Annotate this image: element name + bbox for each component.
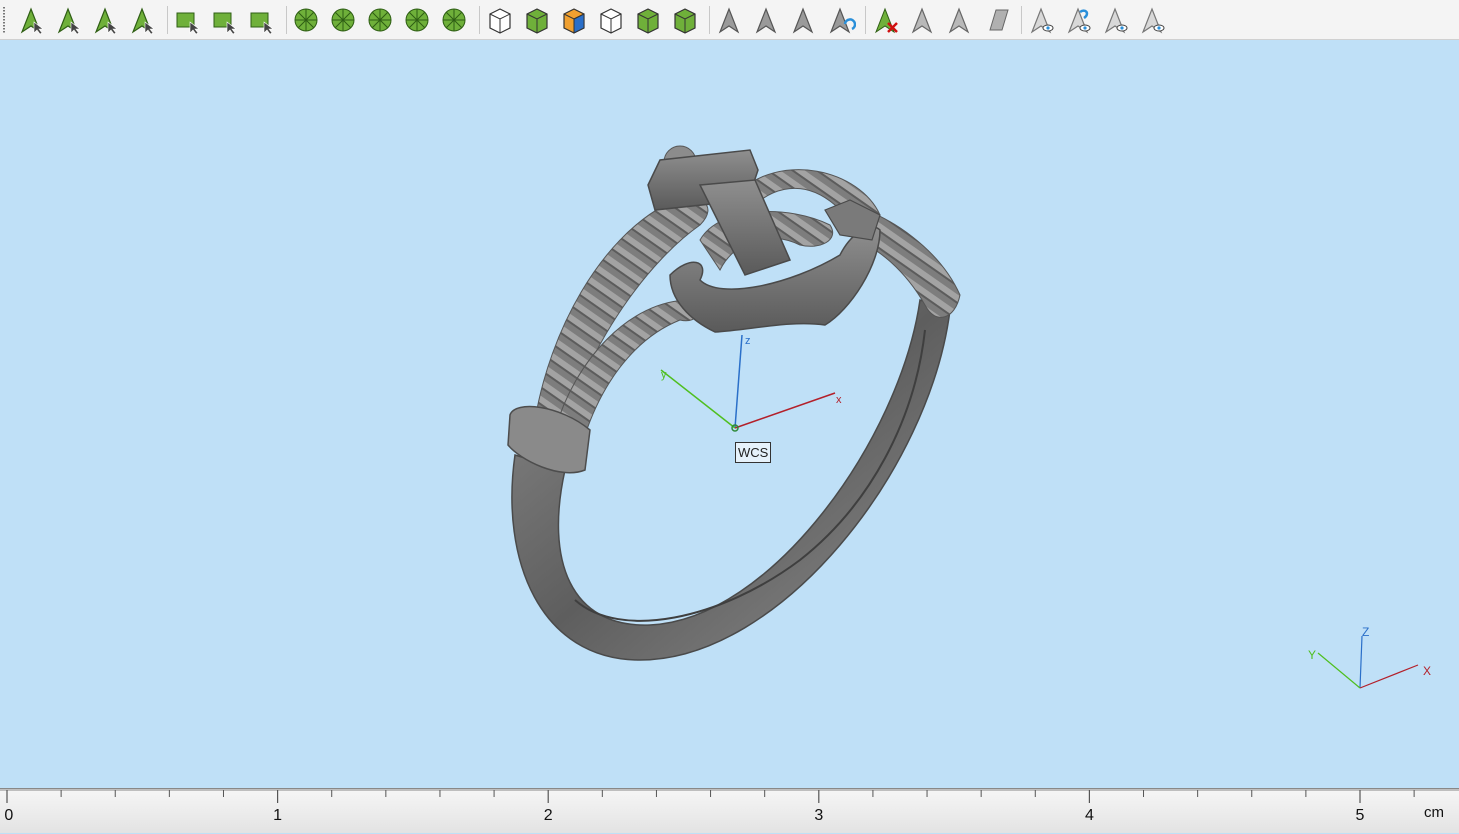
corner-x-label: X	[1423, 664, 1431, 678]
copy-triangle-button[interactable]	[945, 4, 975, 36]
3d-viewport[interactable]: z x y Z X Y WCS	[0, 40, 1459, 788]
toolbar-separator	[167, 6, 168, 34]
select-brush-icon	[331, 8, 355, 32]
select-curve-icon	[94, 7, 118, 35]
show-plane-icon	[1141, 7, 1165, 34]
select-star-icon	[368, 8, 392, 32]
cube-red-dot-icon	[637, 8, 659, 34]
show-all-icon	[1104, 7, 1128, 34]
cube-wireframe-icon	[600, 8, 622, 34]
corner-y-label: Y	[1308, 648, 1316, 662]
select-brush-button[interactable]	[329, 4, 359, 36]
toolbar-grip[interactable]	[3, 7, 5, 33]
swap-visibility-icon	[1067, 7, 1091, 34]
hide-arrow-grey-button[interactable]	[789, 4, 819, 36]
select-lasso-button[interactable]	[210, 4, 240, 36]
hide-arrow-icon	[718, 7, 740, 34]
cube-red-dot-button[interactable]	[633, 4, 663, 36]
select-face-icon	[57, 7, 81, 35]
wcs-z-label: z	[745, 335, 751, 347]
select-rectangle-button[interactable]	[173, 4, 203, 36]
cube-orange-face-icon	[563, 8, 585, 34]
parallelogram-button[interactable]	[982, 4, 1012, 36]
hide-arrow-striped-icon	[755, 7, 777, 34]
hide-arrow-button[interactable]	[715, 4, 745, 36]
swap-visibility-button[interactable]	[1064, 4, 1094, 36]
toolbar-separator	[865, 6, 866, 34]
cube-outline-icon	[489, 8, 511, 34]
cube-wireframe-button[interactable]	[596, 4, 626, 36]
refresh-arrow-icon	[829, 7, 856, 34]
select-mesh-area-button[interactable]	[292, 4, 322, 36]
ruler-label: 1	[273, 807, 283, 824]
select-star-button[interactable]	[366, 4, 396, 36]
ring-model[interactable]: z x y Z X Y	[0, 40, 1459, 788]
cube-highlight-button[interactable]	[670, 4, 700, 36]
select-wheel-partial-button[interactable]	[440, 4, 470, 36]
select-curve-button[interactable]	[91, 4, 121, 36]
ruler-unit: cm	[1424, 804, 1444, 821]
show-hidden-icon	[1030, 7, 1054, 34]
wcs-x-label: x	[836, 394, 842, 406]
show-plane-button[interactable]	[1138, 4, 1168, 36]
select-freehand-button[interactable]	[247, 4, 277, 36]
view-orientation-axes: Z X Y	[1308, 625, 1431, 689]
cube-green-button[interactable]	[522, 4, 552, 36]
select-freehand-icon	[250, 12, 274, 35]
select-tool-icon	[20, 7, 44, 35]
select-wheel-icon	[405, 8, 429, 32]
delete-selection-icon	[874, 7, 898, 34]
select-mesh-area-icon	[294, 8, 318, 32]
ruler-ticks	[0, 789, 1459, 803]
corner-z-label: Z	[1362, 625, 1369, 639]
toolbar-separator	[479, 6, 480, 34]
delete-selection-button[interactable]	[871, 4, 901, 36]
wcs-axes: z x y	[660, 334, 842, 432]
ruler-label: 2	[543, 807, 553, 824]
select-wheel-partial-icon	[442, 8, 466, 32]
dotted-triangle-icon	[911, 7, 933, 34]
select-tool-button[interactable]	[17, 4, 47, 36]
toolbar-separator	[1021, 6, 1022, 34]
dotted-triangle-button[interactable]	[908, 4, 938, 36]
copy-triangle-icon	[948, 7, 970, 34]
select-lasso-icon	[213, 12, 237, 35]
cube-outline-button[interactable]	[485, 4, 515, 36]
cube-orange-face-button[interactable]	[559, 4, 589, 36]
wcs-y-label: y	[661, 369, 667, 381]
ruler-label: 0	[4, 807, 14, 824]
select-wheel-button[interactable]	[403, 4, 433, 36]
parallelogram-icon	[989, 9, 1009, 31]
show-hidden-button[interactable]	[1027, 4, 1057, 36]
show-all-button[interactable]	[1101, 4, 1131, 36]
ruler-label: 4	[1084, 807, 1094, 824]
select-sphere-button[interactable]	[128, 4, 158, 36]
ruler-label: 5	[1355, 807, 1365, 824]
select-rectangle-icon	[176, 12, 200, 35]
select-face-button[interactable]	[54, 4, 84, 36]
hide-arrow-striped-button[interactable]	[752, 4, 782, 36]
cube-highlight-icon	[674, 8, 696, 34]
hide-arrow-grey-icon	[792, 7, 814, 34]
cube-green-icon	[526, 8, 548, 34]
toolbar-separator	[709, 6, 710, 34]
refresh-arrow-button[interactable]	[826, 4, 856, 36]
measurement-ruler: 0 1 2 3 4 5 cm	[0, 788, 1459, 833]
toolbar-separator	[286, 6, 287, 34]
wcs-label: WCS	[735, 442, 772, 463]
select-sphere-icon	[131, 7, 155, 35]
selection-toolbar	[0, 0, 1459, 40]
ruler-label: 3	[814, 807, 824, 824]
